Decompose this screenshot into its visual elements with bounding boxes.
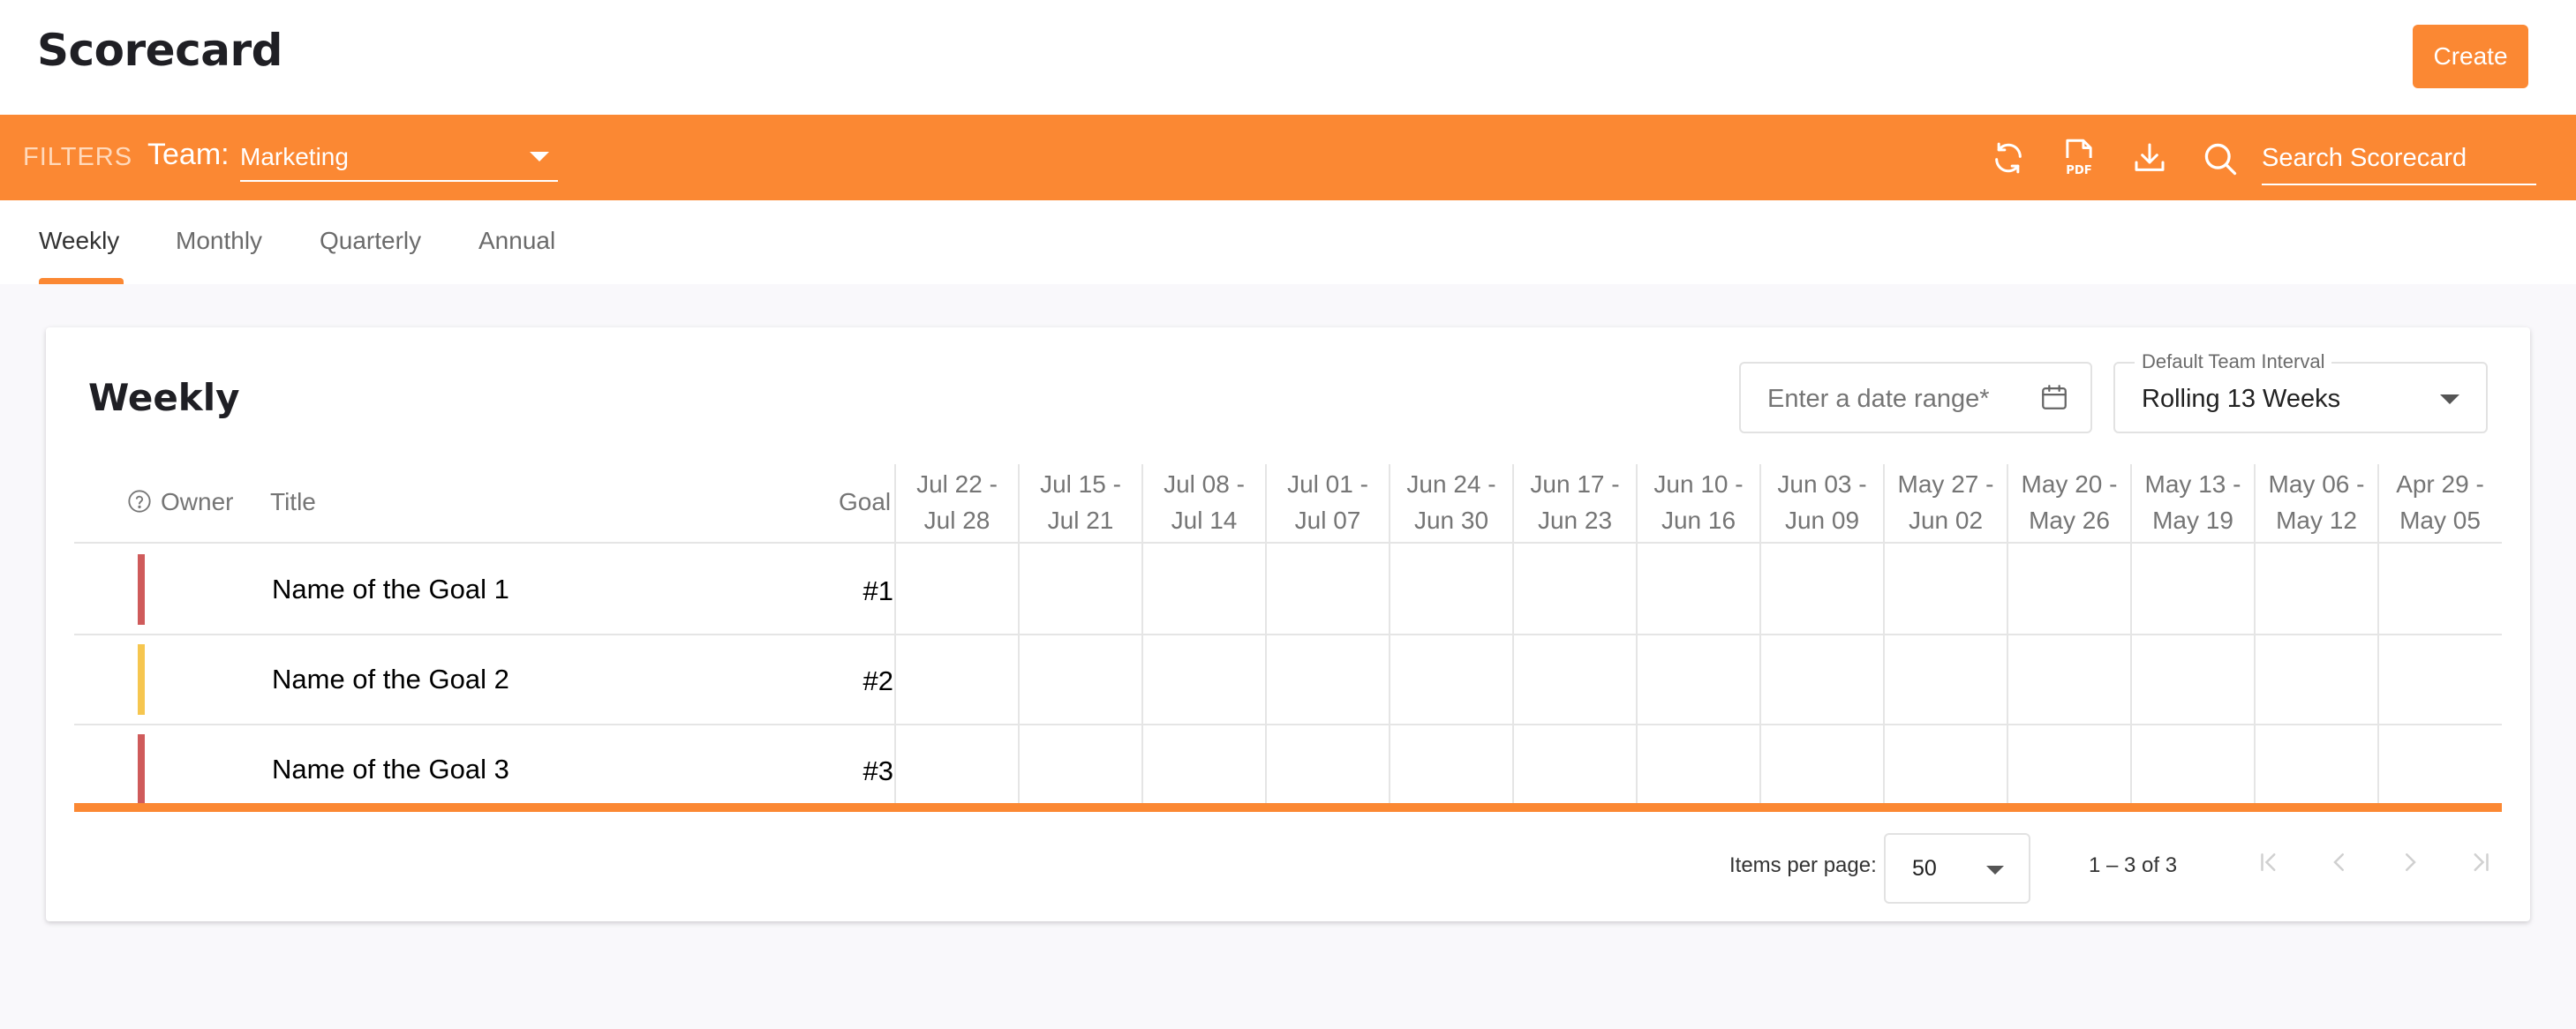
date-range-field[interactable]: Enter a date range* [1739, 362, 2092, 433]
help-icon[interactable] [127, 489, 152, 514]
tab-weekly[interactable]: Weekly [39, 227, 119, 255]
status-indicator [138, 644, 145, 715]
week-column-header: Jul 01 - Jul 07 [1266, 464, 1390, 544]
download-icon[interactable] [2129, 136, 2170, 180]
goal-title[interactable]: Name of the Goal 3 [272, 754, 509, 785]
interval-tabs: Weekly Monthly Quarterly Annual [0, 200, 2576, 284]
week-start-label: May 20 - [2021, 470, 2118, 498]
week-column-header: Apr 29 - May 05 [2378, 464, 2502, 544]
items-per-page-label: Items per page: [1729, 853, 1877, 877]
owner-column-header[interactable]: Owner [161, 488, 233, 516]
goal-title[interactable]: Name of the Goal 2 [272, 664, 509, 695]
week-start-label: Apr 29 - [2396, 470, 2484, 498]
week-start-label: May 13 - [2144, 470, 2241, 498]
tab-monthly[interactable]: Monthly [176, 227, 262, 255]
interval-select[interactable]: Default Team Interval Rolling 13 Weeks [2113, 350, 2488, 433]
week-column-header: Jul 15 - Jul 21 [1019, 464, 1142, 544]
week-start-label: Jul 01 - [1287, 470, 1368, 498]
filters-label: FILTERS [23, 143, 133, 171]
week-end-label: Jul 14 [1171, 507, 1238, 534]
card-title: Weekly [88, 376, 240, 419]
table-footer-divider [74, 803, 2502, 812]
goal-number: #2 [862, 665, 893, 696]
week-end-label: May 05 [2399, 507, 2481, 534]
team-select[interactable]: Marketing [240, 136, 558, 182]
week-start-label: Jun 03 - [1777, 470, 1867, 498]
week-column-header: Jun 17 - Jun 23 [1513, 464, 1637, 544]
team-select-value: Marketing [240, 143, 349, 170]
goal-number: #3 [862, 755, 893, 786]
week-end-label: Jun 02 [1908, 507, 1984, 534]
interval-select-label: Default Team Interval [2135, 350, 2332, 373]
week-column-header: May 06 - May 12 [2255, 464, 2378, 544]
next-page-icon[interactable] [2392, 845, 2428, 880]
week-start-label: Jun 10 - [1653, 470, 1744, 498]
week-end-label: Jul 07 [1294, 507, 1361, 534]
app-header: Scorecard Create [0, 0, 2576, 115]
active-tab-indicator [39, 278, 124, 284]
status-indicator [138, 554, 145, 625]
paginator: Items per page: 50 1 – 3 of 3 [46, 813, 2530, 921]
week-end-label: Jul 21 [1047, 507, 1114, 534]
week-column-header: May 13 - May 19 [2131, 464, 2255, 544]
week-start-label: Jul 15 - [1040, 470, 1121, 498]
week-start-label: May 27 - [1897, 470, 1994, 498]
goal-title[interactable]: Name of the Goal 1 [272, 574, 509, 605]
chevron-down-icon [1986, 866, 2004, 875]
week-start-label: Jun 17 - [1530, 470, 1620, 498]
page-range-label: 1 – 3 of 3 [2089, 853, 2178, 877]
week-start-label: May 06 - [2268, 470, 2365, 498]
table-row[interactable]: Name of the Goal 2 #2 [74, 635, 2502, 725]
week-column-header: Jun 10 - Jun 16 [1637, 464, 1760, 544]
status-indicator [138, 734, 145, 805]
week-column-header: Jun 03 - Jun 09 [1760, 464, 1884, 544]
last-page-icon[interactable] [2463, 845, 2498, 880]
week-end-label: Jul 28 [923, 507, 990, 534]
week-end-label: May 12 [2276, 507, 2357, 534]
page-title: Scorecard [37, 25, 282, 76]
svg-text:PDF: PDF [2066, 164, 2091, 177]
week-end-label: Jun 23 [1537, 507, 1613, 534]
search-input[interactable] [2262, 132, 2536, 185]
goal-column-header[interactable]: Goal [839, 488, 891, 516]
items-per-page-value: 50 [1912, 856, 1937, 881]
pdf-icon[interactable]: PDF [2059, 136, 2099, 180]
search-box [2201, 132, 2536, 185]
team-label: Team: [147, 138, 230, 171]
filter-bar: FILTERS Team: Marketing PDF [0, 115, 2576, 200]
week-column-header: May 27 - Jun 02 [1884, 464, 2007, 544]
table-header: Owner Title Goal Jul 22 - Jul 28 Jul 15 -J… [74, 464, 2502, 544]
prev-page-icon[interactable] [2322, 845, 2357, 880]
calendar-icon[interactable] [2039, 381, 2069, 413]
first-page-icon[interactable] [2251, 845, 2286, 880]
goal-number: #1 [862, 575, 893, 606]
interval-select-value: Rolling 13 Weeks [2142, 385, 2341, 413]
week-column-header: May 20 - May 26 [2007, 464, 2131, 544]
items-per-page-select[interactable]: 50 [1884, 833, 2030, 904]
refresh-icon[interactable] [1988, 136, 2029, 180]
week-start-label: Jul 22 - [916, 470, 998, 498]
tab-annual[interactable]: Annual [478, 227, 555, 255]
week-start-label: Jun 24 - [1406, 470, 1496, 498]
week-end-label: Jun 16 [1661, 507, 1736, 534]
search-icon [2201, 139, 2240, 183]
chevron-down-icon [2440, 394, 2459, 404]
week-column-header: Jul 08 - Jul 14 [1142, 464, 1266, 544]
week-end-label: May 19 [2152, 507, 2233, 534]
week-column-header: Jun 24 - Jun 30 [1390, 464, 1513, 544]
week-column-header: Jul 22 - Jul 28 [895, 464, 1019, 544]
week-end-label: Jun 09 [1784, 507, 1860, 534]
week-start-label: Jul 08 - [1164, 470, 1245, 498]
chevron-down-icon [530, 152, 549, 161]
scorecard-card: Weekly Enter a date range* Default Team … [46, 327, 2530, 921]
date-range-placeholder: Enter a date range* [1767, 385, 1990, 413]
table-row[interactable]: Name of the Goal 3 #3 [74, 725, 2502, 815]
tab-quarterly[interactable]: Quarterly [320, 227, 421, 255]
week-end-label: May 26 [2029, 507, 2110, 534]
title-column-header[interactable]: Title [270, 488, 316, 516]
create-button[interactable]: Create [2413, 25, 2528, 88]
table-row[interactable]: Name of the Goal 1 #1 [74, 545, 2502, 635]
week-end-label: Jun 30 [1413, 507, 1489, 534]
